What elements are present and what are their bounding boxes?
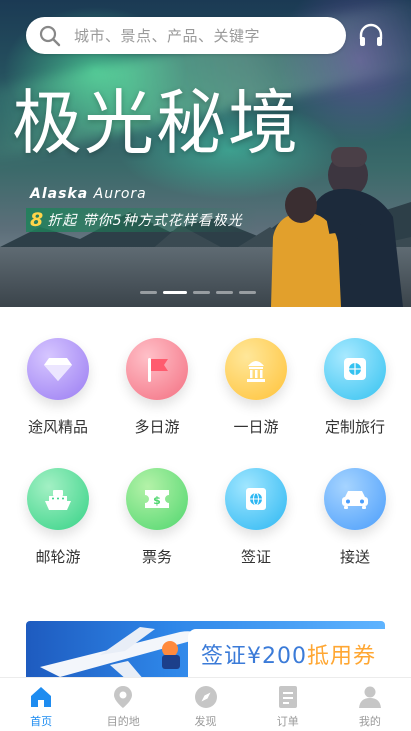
search-bar[interactable]: 城市、景点、产品、关键字 — [26, 17, 346, 54]
coupon-amount: 签证¥200 — [201, 644, 307, 669]
category-cruise[interactable]: 邮轮游 — [22, 468, 94, 598]
carousel-dot[interactable] — [193, 291, 210, 294]
category-label: 签证 — [240, 548, 271, 566]
tab-label: 我的 — [358, 715, 381, 728]
tab-profile[interactable]: 我的 — [329, 678, 411, 731]
category-featured[interactable]: 途风精品 — [22, 338, 94, 468]
hero-banner[interactable]: 城市、景点、产品、关键字 极光秘境 Alaska Aurora 8 折起 带你5… — [0, 0, 411, 307]
location-pin-icon — [114, 686, 133, 708]
tab-label: 发现 — [194, 715, 217, 728]
banner-promo-text: 折起 带你5种方式花样看极光 — [47, 213, 243, 229]
category-grid: 途风精品 多日游 一日游 定制旅行 邮轮游 $ 票务 签证 接送 — [0, 338, 411, 598]
category-custom-trip[interactable]: 定制旅行 — [319, 338, 391, 468]
category-label: 邮轮游 — [35, 548, 81, 566]
banner-title: 极光秘境 — [12, 82, 300, 164]
banner-promo-number: 8 — [30, 209, 44, 231]
visa-icon — [225, 468, 287, 530]
ticket-icon: $ — [126, 468, 188, 530]
flag-icon — [126, 338, 188, 400]
tab-destinations[interactable]: 目的地 — [82, 678, 164, 731]
category-label: 途风精品 — [27, 418, 88, 436]
custom-trip-icon — [324, 338, 386, 400]
tab-label: 订单 — [276, 715, 299, 728]
category-transfer[interactable]: 接送 — [319, 468, 391, 598]
visa-coupon-banner[interactable]: 签证¥200抵用券 — [26, 621, 385, 681]
carousel-dot[interactable] — [239, 291, 256, 294]
category-label: 定制旅行 — [324, 418, 385, 436]
home-page: 城市、景点、产品、关键字 极光秘境 Alaska Aurora 8 折起 带你5… — [0, 0, 411, 731]
coupon-text: 签证¥200抵用券 — [201, 638, 376, 670]
user-icon — [358, 686, 381, 708]
category-label: 一日游 — [233, 418, 279, 436]
headset-icon[interactable] — [357, 22, 385, 50]
category-label: 接送 — [339, 548, 370, 566]
category-multi-day[interactable]: 多日游 — [121, 338, 193, 468]
banner-subtitle: Alaska Aurora — [30, 186, 147, 202]
category-row: 途风精品 多日游 一日游 定制旅行 — [0, 338, 411, 468]
category-label: 多日游 — [134, 418, 180, 436]
home-icon — [31, 687, 52, 707]
category-row: 邮轮游 $ 票务 签证 接送 — [0, 468, 411, 598]
order-list-icon — [278, 686, 297, 708]
airplane-illustration — [40, 627, 199, 681]
tab-label: 首页 — [30, 715, 53, 728]
category-day-trip[interactable]: 一日游 — [220, 338, 292, 468]
carousel-indicator — [140, 291, 256, 294]
category-visa[interactable]: 签证 — [220, 468, 292, 598]
category-label: 票务 — [141, 548, 172, 566]
carousel-dot[interactable] — [216, 291, 233, 294]
landmark-icon — [225, 338, 287, 400]
carousel-dot[interactable] — [140, 291, 157, 294]
diamond-icon — [27, 338, 89, 400]
cruise-ship-icon — [27, 468, 89, 530]
category-tickets[interactable]: $ 票务 — [121, 468, 193, 598]
bottom-tab-bar: 首页 目的地 发现 订单 我的 — [0, 677, 411, 731]
carousel-dot[interactable] — [163, 291, 187, 294]
search-icon — [39, 25, 61, 46]
tab-discover[interactable]: 发现 — [164, 678, 246, 731]
svg-text:$: $ — [153, 494, 161, 507]
tab-label: 目的地 — [106, 715, 140, 728]
tab-orders[interactable]: 订单 — [247, 678, 329, 731]
search-input[interactable]: 城市、景点、产品、关键字 — [74, 25, 260, 46]
car-icon — [324, 468, 386, 530]
banner-promo: 8 折起 带你5种方式花样看极光 — [26, 208, 257, 232]
banner-subtitle-light: Aurora — [93, 186, 147, 202]
tab-home[interactable]: 首页 — [0, 678, 82, 731]
coupon-type: 抵用券 — [307, 644, 377, 669]
compass-icon — [194, 686, 217, 708]
banner-subtitle-bold: Alaska — [30, 186, 89, 202]
